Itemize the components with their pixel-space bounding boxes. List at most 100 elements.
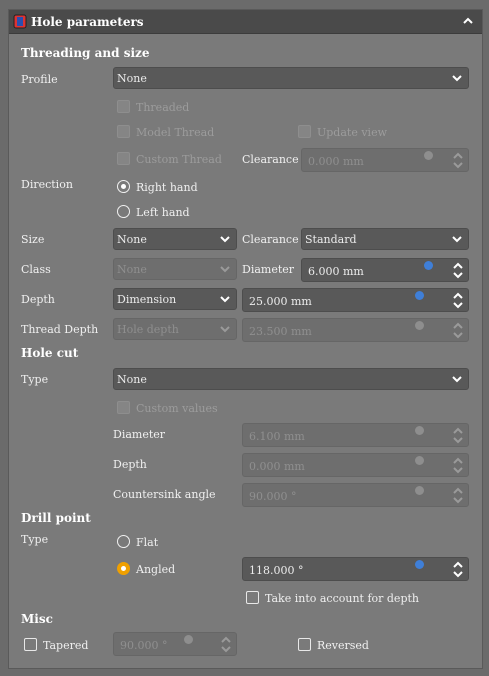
chevron-up-icon[interactable] [453,487,463,494]
hole-cut-type-label: Type [21,373,49,386]
custom-values-label: Custom values [136,402,218,415]
hole-parameters-panel: Hole parameters Threading and size Profi… [8,9,483,669]
chevron-down-icon [220,236,230,243]
hole-cut-type-value: None [117,373,147,386]
flat-radio[interactable] [117,535,130,548]
expression-icon[interactable] [415,560,424,569]
expression-icon[interactable] [415,321,424,330]
chevron-up-icon[interactable] [221,636,231,643]
model-thread-checkbox[interactable] [117,125,130,138]
hole-cut-section-title: Hole cut [21,346,79,360]
profile-combo[interactable]: None [113,67,469,89]
countersink-angle-spinbox[interactable]: 90.000 ° [242,483,469,507]
panel-title: Hole parameters [31,15,144,29]
reversed-checkbox[interactable] [298,638,311,651]
class-label: Class [21,263,51,276]
chevron-up-icon[interactable] [453,292,463,299]
clearance-type-value: Standard [305,233,357,246]
panel-title-bar[interactable]: Hole parameters [9,10,482,34]
tapered-checkbox[interactable] [24,638,37,651]
hole-cut-type-combo[interactable]: None [113,368,469,390]
chevron-up-icon[interactable] [453,322,463,329]
right-hand-radio[interactable] [117,180,130,193]
diameter-spinbox[interactable]: 6.000 mm [301,258,469,282]
custom-values-checkbox[interactable] [117,401,130,414]
countersink-angle-label: Countersink angle [113,488,216,501]
thread-depth-spinbox[interactable]: 23.500 mm [242,318,469,342]
chevron-down-icon [452,75,462,82]
hole-cut-depth-spinbox[interactable]: 0.000 mm [242,453,469,477]
clearance-spinbox[interactable]: 0.000 mm [301,148,469,172]
threading-section-title: Threading and size [21,46,150,60]
chevron-down-icon [220,266,230,273]
hole-cut-depth-value: 0.000 mm [249,460,305,473]
clearance-label: Clearance [242,153,299,166]
custom-thread-label: Custom Thread [136,153,222,166]
countersink-angle-value: 90.000 ° [249,490,297,503]
take-into-account-checkbox[interactable] [246,591,259,604]
threaded-checkbox[interactable] [117,100,130,113]
chevron-down-icon[interactable] [453,332,463,339]
clearance-type-combo[interactable]: Standard [301,228,469,250]
chevron-up-icon[interactable] [453,457,463,464]
drill-angle-spinbox[interactable]: 118.000 ° [242,557,469,581]
hole-feature-icon [13,14,27,29]
size-label: Size [21,233,45,246]
depth-value: 25.000 mm [249,295,312,308]
reversed-label: Reversed [317,639,369,652]
class-value: None [117,263,147,276]
drill-angle-value: 118.000 ° [249,564,304,577]
expression-icon[interactable] [415,456,424,465]
drill-point-type-label: Type [21,533,49,546]
expression-icon[interactable] [415,291,424,300]
chevron-up-icon[interactable] [453,561,463,568]
clearance-value: 0.000 mm [308,155,364,168]
hole-cut-diameter-spinbox[interactable]: 6.100 mm [242,423,469,447]
update-view-checkbox[interactable] [298,125,311,138]
take-into-account-label: Take into account for depth [265,592,419,605]
depth-spinbox[interactable]: 25.000 mm [242,288,469,312]
chevron-up-icon[interactable] [462,16,474,26]
chevron-down-icon [220,296,230,303]
clearance2-label: Clearance [242,233,299,246]
tapered-label: Tapered [43,639,89,652]
chevron-down-icon[interactable] [221,646,231,653]
chevron-up-icon[interactable] [453,152,463,159]
tapered-angle-spinbox[interactable]: 90.000 ° [113,632,237,656]
size-value: None [117,233,147,246]
chevron-down-icon[interactable] [453,302,463,309]
profile-label: Profile [21,73,58,86]
custom-thread-checkbox[interactable] [117,152,130,165]
diameter-value: 6.000 mm [308,265,364,278]
hole-cut-diameter-label: Diameter [113,428,166,441]
threaded-label: Threaded [136,101,190,114]
class-combo[interactable]: None [113,258,237,280]
thread-depth-type-value: Hole depth [117,323,179,336]
depth-type-combo[interactable]: Dimension [113,288,237,310]
chevron-down-icon[interactable] [453,272,463,279]
chevron-down-icon[interactable] [453,467,463,474]
chevron-up-icon[interactable] [453,427,463,434]
update-view-label: Update view [317,126,387,139]
chevron-up-icon[interactable] [453,262,463,269]
hole-cut-depth-label: Depth [113,458,147,471]
expression-icon[interactable] [415,426,424,435]
direction-label: Direction [21,178,73,191]
expression-icon[interactable] [415,486,424,495]
hole-cut-diameter-value: 6.100 mm [249,430,305,443]
diameter-label: Diameter [242,263,295,276]
left-hand-radio[interactable] [117,205,130,218]
size-combo[interactable]: None [113,228,237,250]
expression-icon[interactable] [424,261,433,270]
expression-icon[interactable] [184,635,193,644]
drill-point-section-title: Drill point [21,511,91,525]
angled-radio[interactable] [117,562,130,575]
chevron-down-icon[interactable] [453,571,463,578]
expression-icon[interactable] [424,151,433,160]
thread-depth-type-combo[interactable]: Hole depth [113,318,237,340]
thread-depth-label: Thread Depth [21,323,99,336]
chevron-down-icon[interactable] [453,437,463,444]
chevron-down-icon[interactable] [453,497,463,504]
chevron-down-icon[interactable] [453,162,463,169]
thread-depth-value: 23.500 mm [249,325,312,338]
